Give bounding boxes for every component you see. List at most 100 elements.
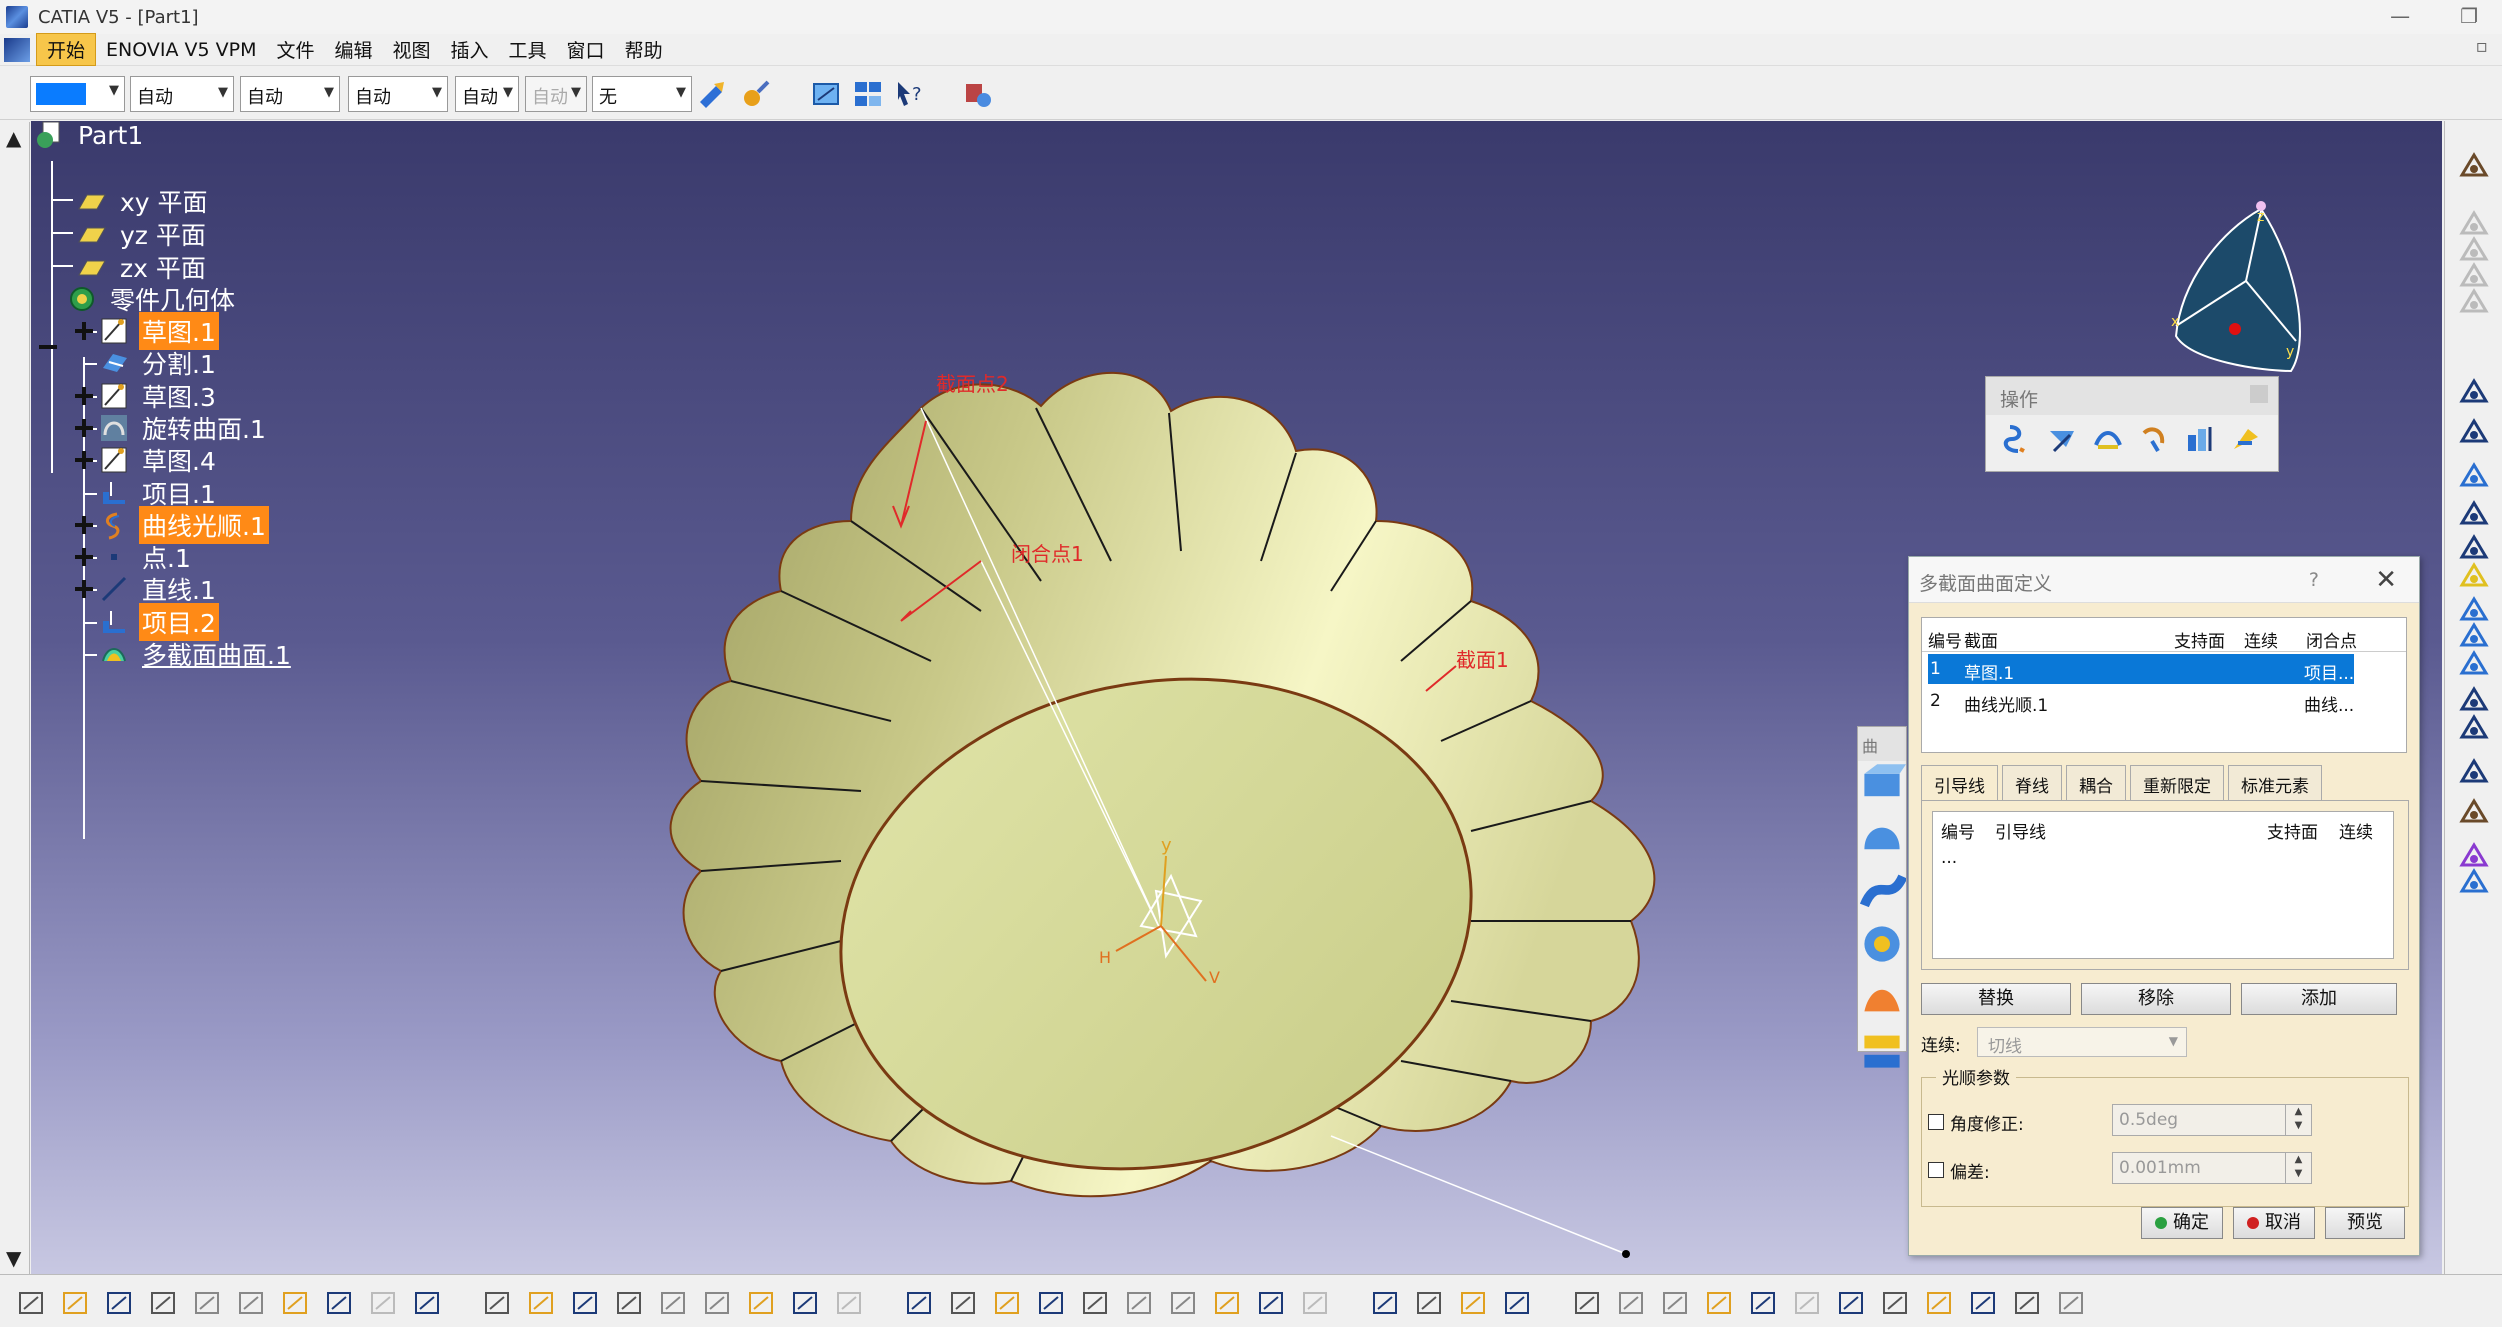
- disabled-icon-4[interactable]: [2458, 287, 2490, 317]
- grid-snap-icon[interactable]: [1748, 1289, 1778, 1317]
- scroll-down-icon[interactable]: ▼: [6, 1246, 21, 1270]
- tree-scrollbar[interactable]: ▲ ▼: [0, 122, 30, 1274]
- split-icon[interactable]: [2184, 423, 2216, 455]
- fit-all-icon[interactable]: [948, 1289, 978, 1317]
- painter-icon[interactable]: [696, 78, 728, 110]
- expand-toggle[interactable]: [75, 516, 93, 534]
- close-icon[interactable]: [2250, 385, 2268, 403]
- undo-icon[interactable]: [324, 1289, 354, 1317]
- menu-edit[interactable]: 编辑: [324, 34, 382, 65]
- compass-widget[interactable]: z x y: [2171, 201, 2301, 373]
- camera-icon[interactable]: [1502, 1289, 1532, 1317]
- tree-item-9[interactable]: 直线.1: [97, 571, 219, 607]
- color-selector[interactable]: ▼: [30, 76, 125, 112]
- point-tool-icon[interactable]: [2458, 499, 2490, 529]
- revolve-surface-icon[interactable]: [1858, 814, 1906, 862]
- iso-view-icon[interactable]: [1212, 1289, 1242, 1317]
- grid-icon[interactable]: [1704, 1289, 1734, 1317]
- whats-this-icon[interactable]: ?: [894, 78, 926, 110]
- tree-item-2[interactable]: 分割.1: [97, 345, 219, 381]
- sections-table[interactable]: 编号 截面 支持面 连续 闭合点 1 草图.1 项目.... 2 曲线光顺.1 …: [1921, 617, 2407, 753]
- knowledge-icon[interactable]: [834, 1289, 864, 1317]
- tree-item-11[interactable]: 多截面曲面.1: [97, 636, 294, 672]
- untrim-icon[interactable]: [2092, 423, 2124, 455]
- parameter-icon[interactable]: [790, 1289, 820, 1317]
- replace-button[interactable]: 替换: [1921, 983, 2071, 1015]
- heal-icon[interactable]: [2046, 423, 2078, 455]
- join-icon[interactable]: [2000, 423, 2032, 455]
- print-icon[interactable]: [148, 1289, 178, 1317]
- cover-icon[interactable]: [1414, 1289, 1444, 1317]
- expand-toggle[interactable]: [75, 322, 93, 340]
- text-icon[interactable]: [482, 1289, 512, 1317]
- comment-icon[interactable]: [658, 1289, 688, 1317]
- new-icon[interactable]: [16, 1289, 46, 1317]
- capture-icon[interactable]: [1458, 1289, 1488, 1317]
- add-button[interactable]: 添加: [2241, 983, 2397, 1015]
- paste-icon[interactable]: [280, 1289, 310, 1317]
- redo-icon[interactable]: [368, 1289, 398, 1317]
- deviation-input[interactable]: 0.001mm ▲ ▼: [2112, 1152, 2312, 1184]
- deviation-checkbox[interactable]: [1928, 1162, 1944, 1178]
- zoom-out-icon[interactable]: [1124, 1289, 1154, 1317]
- menu-file[interactable]: 文件: [266, 34, 324, 65]
- material-icon[interactable]: [2012, 1289, 2042, 1317]
- offset-tool-icon[interactable]: [2458, 649, 2490, 679]
- cancel-button[interactable]: 取消: [2233, 1207, 2315, 1239]
- layer-icon[interactable]: [2056, 1289, 2086, 1317]
- apply-material-icon[interactable]: [2458, 867, 2490, 897]
- normal-view-icon[interactable]: [1168, 1289, 1198, 1317]
- line-tool-icon[interactable]: [2458, 533, 2490, 563]
- layer-select[interactable]: 无 ▼: [592, 76, 692, 112]
- hybrid-design-icon[interactable]: [1572, 1289, 1602, 1317]
- circle-tool-icon[interactable]: [2458, 685, 2490, 715]
- remove-button[interactable]: 移除: [2081, 983, 2231, 1015]
- graph-tool-icon[interactable]: [2458, 757, 2490, 787]
- angle-correction-input[interactable]: 0.5deg ▲ ▼: [2112, 1104, 2312, 1136]
- tab-spine[interactable]: 脊线: [2002, 765, 2062, 801]
- collapse-toggle[interactable]: [39, 338, 57, 356]
- transparency-select[interactable]: 自动 ▼: [130, 76, 234, 112]
- hide-show-icon[interactable]: [1300, 1289, 1330, 1317]
- preview-button[interactable]: 预览: [2325, 1207, 2405, 1239]
- analysis-icon[interactable]: [570, 1289, 600, 1317]
- menu-tools[interactable]: 工具: [499, 34, 557, 65]
- tree-root-part1[interactable]: Part1: [33, 117, 146, 153]
- measure-icon[interactable]: [526, 1289, 556, 1317]
- tab-coupling[interactable]: 耦合: [2066, 765, 2126, 801]
- guides-empty-row[interactable]: ...: [1941, 848, 1957, 868]
- menu-view[interactable]: 视图: [383, 34, 441, 65]
- shading-icon[interactable]: [1256, 1289, 1286, 1317]
- fill-icon[interactable]: [1858, 920, 1906, 968]
- menu-help[interactable]: 帮助: [615, 34, 673, 65]
- properties-icon[interactable]: [740, 78, 772, 110]
- select-icon[interactable]: [2458, 377, 2490, 407]
- blend-icon[interactable]: [1858, 1026, 1906, 1074]
- spinner-arrows-icon[interactable]: ▲ ▼: [2285, 1105, 2311, 1135]
- axis-icon[interactable]: [1660, 1289, 1690, 1317]
- snap-icon[interactable]: [2458, 417, 2490, 447]
- point-1[interactable]: [1622, 1250, 1630, 1258]
- point-type-select[interactable]: 自动 ▼: [455, 76, 519, 112]
- cut-icon[interactable]: [192, 1289, 222, 1317]
- render-tool-icon[interactable]: [2458, 797, 2490, 827]
- line-type-select[interactable]: 自动 ▼: [348, 76, 448, 112]
- formula-icon[interactable]: [614, 1289, 644, 1317]
- angle-correction-checkbox[interactable]: [1928, 1114, 1944, 1130]
- fly-icon[interactable]: [904, 1289, 934, 1317]
- tree-item-xy-plane[interactable]: xy 平面: [75, 183, 211, 219]
- restore-button[interactable]: ❐: [2460, 4, 2478, 28]
- sweep-icon[interactable]: [1858, 867, 1908, 915]
- scroll-up-icon[interactable]: ▲: [6, 126, 21, 150]
- tab-canonical[interactable]: 标准元素: [2228, 765, 2322, 801]
- curvature-icon[interactable]: [1880, 1289, 1910, 1317]
- sketch-tool-icon[interactable]: [2458, 461, 2490, 491]
- guides-table[interactable]: 编号 引导线 支持面 连续 ...: [1932, 811, 2394, 959]
- cube-icon[interactable]: [1792, 1289, 1822, 1317]
- rendering-style-select[interactable]: 自动 ▼: [525, 76, 587, 112]
- menu-window[interactable]: 窗口: [557, 34, 615, 65]
- table-icon[interactable]: [746, 1289, 776, 1317]
- plane-tool-icon[interactable]: [2458, 561, 2490, 591]
- menu-enovia[interactable]: ENOVIA V5 VPM: [96, 37, 266, 63]
- spinner-arrows-icon[interactable]: ▲ ▼: [2285, 1153, 2311, 1183]
